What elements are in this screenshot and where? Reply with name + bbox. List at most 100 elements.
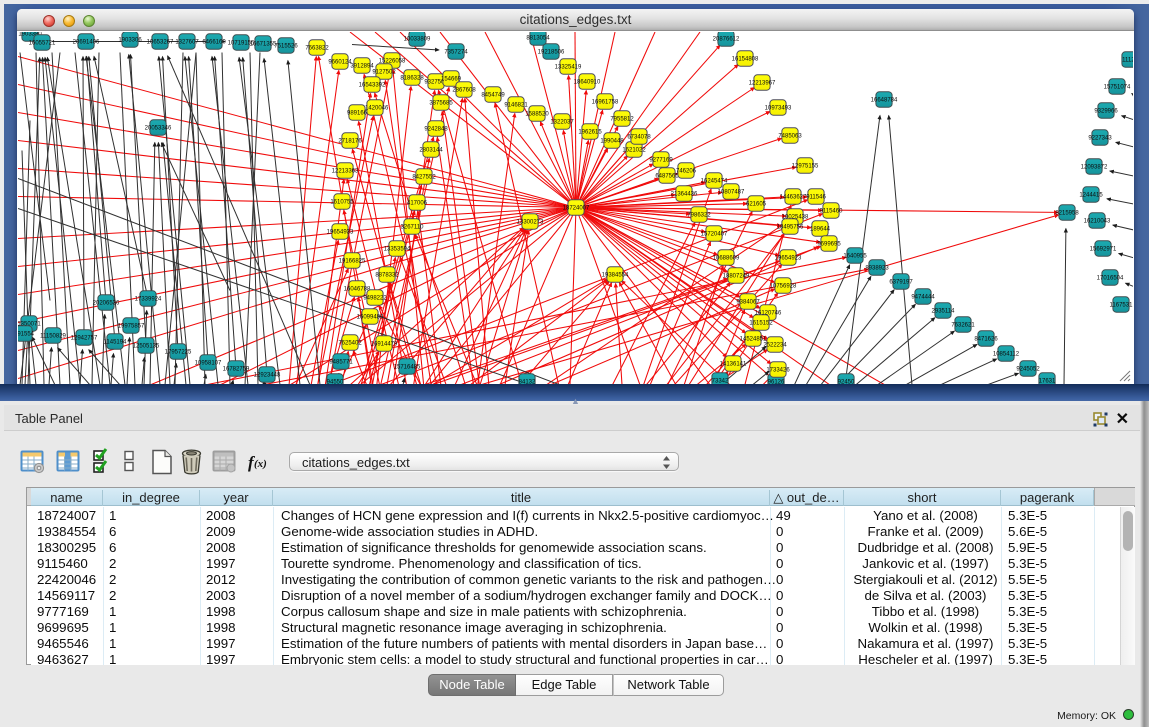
- svg-text:16099489: 16099489: [357, 314, 384, 320]
- svg-text:10973493: 10973493: [765, 105, 792, 111]
- svg-text:9660124: 9660124: [328, 59, 352, 65]
- svg-text:10653267: 10653267: [147, 39, 174, 45]
- svg-text:6734078: 6734078: [627, 134, 651, 140]
- svg-text:19384554: 19384554: [602, 272, 629, 278]
- svg-text:16961758: 16961758: [592, 99, 619, 105]
- svg-text:3267110: 3267110: [401, 224, 425, 230]
- svg-text:19218506: 19218506: [538, 49, 565, 55]
- svg-text:2803144: 2803144: [419, 147, 443, 153]
- svg-text:19975857: 19975857: [118, 323, 145, 329]
- svg-text:18807249: 18807249: [723, 273, 750, 279]
- svg-text:12942757: 12942757: [71, 335, 98, 341]
- svg-text:19654933: 19654933: [327, 229, 354, 235]
- svg-text:9384067: 9384067: [736, 299, 760, 305]
- svg-text:18495756: 18495756: [777, 224, 804, 230]
- svg-text:1962615: 1962615: [578, 129, 602, 135]
- svg-text:17957225: 17957225: [165, 349, 192, 355]
- svg-text:15751074: 15751074: [1104, 84, 1131, 90]
- svg-text:16671355: 16671355: [250, 41, 277, 47]
- svg-text:18640910: 18640910: [574, 79, 601, 85]
- svg-text:13300273: 13300273: [517, 219, 544, 225]
- svg-text:16648784: 16648784: [871, 97, 898, 103]
- svg-text:16245474: 16245474: [701, 178, 728, 184]
- svg-text:7632621: 7632621: [951, 322, 975, 328]
- svg-text:16055721: 16055721: [29, 40, 56, 46]
- svg-text:7515526: 7515526: [274, 43, 298, 49]
- svg-text:6379197: 6379197: [889, 279, 913, 285]
- svg-text:12093872: 12093872: [1081, 164, 1108, 170]
- svg-text:10756928: 10756928: [770, 283, 797, 289]
- svg-text:8215958: 8215958: [1055, 210, 1079, 216]
- svg-text:13325419: 13325419: [555, 64, 582, 70]
- svg-text:189644: 189644: [810, 226, 831, 232]
- svg-text:989166: 989166: [347, 110, 368, 116]
- svg-text:8427552: 8427552: [412, 174, 436, 180]
- svg-text:9146821: 9146821: [504, 102, 528, 108]
- svg-text:9498222: 9498222: [363, 295, 387, 301]
- svg-text:7357274: 7357274: [444, 49, 468, 55]
- svg-text:391554: 391554: [18, 331, 35, 337]
- svg-text:7955812: 7955812: [610, 116, 634, 122]
- svg-text:9127502: 9127502: [372, 69, 396, 75]
- svg-text:10854112: 10854112: [993, 351, 1020, 357]
- svg-text:1327607: 1327607: [175, 39, 199, 45]
- svg-text:9245052: 9245052: [1016, 366, 1040, 372]
- svg-text:14463627: 14463627: [780, 194, 807, 200]
- svg-text:12505135: 12505135: [133, 343, 160, 349]
- svg-text:10807487: 10807487: [718, 189, 745, 195]
- svg-text:12213967: 12213967: [749, 80, 776, 86]
- svg-text:10958107: 10958107: [195, 360, 222, 366]
- svg-text:6466160: 6466160: [202, 39, 226, 45]
- svg-text:17016504: 17016504: [1097, 275, 1124, 281]
- svg-text:7663822: 7663822: [305, 45, 329, 51]
- svg-text:621605: 621605: [746, 201, 767, 207]
- svg-text:12923448: 12923448: [254, 372, 281, 378]
- svg-text:7485063: 7485063: [778, 133, 802, 139]
- svg-text:2935114: 2935114: [932, 308, 956, 314]
- svg-text:13353594: 13353594: [384, 246, 411, 252]
- svg-text:18724007: 18724007: [563, 205, 590, 211]
- svg-text:16914479: 16914479: [371, 341, 398, 347]
- svg-text:1615152: 1615152: [749, 320, 773, 326]
- svg-text:20876612: 20876612: [713, 36, 740, 42]
- svg-text:9699695: 9699695: [817, 241, 841, 247]
- svg-text:9485771: 9485771: [329, 359, 353, 365]
- svg-text:2867608: 2867608: [452, 87, 476, 93]
- svg-text:17339924: 17339924: [135, 296, 162, 302]
- svg-text:16210043: 16210043: [1084, 218, 1111, 224]
- svg-text:1610755: 1610755: [330, 199, 354, 205]
- svg-text:1903306: 1903306: [118, 37, 142, 43]
- svg-text:1990448: 1990448: [600, 138, 624, 144]
- svg-text:11150829: 11150829: [40, 333, 66, 339]
- svg-text:9115460: 9115460: [820, 208, 844, 214]
- svg-text:12975155: 12975155: [792, 163, 819, 169]
- svg-text:15720407: 15720407: [701, 231, 728, 237]
- svg-text:16154808: 16154808: [732, 56, 759, 62]
- svg-text:2522234: 2522234: [763, 342, 787, 348]
- svg-text:1621022: 1621022: [622, 147, 646, 153]
- svg-text:20053346: 20053346: [145, 125, 172, 131]
- svg-text:3912894: 3912894: [350, 63, 374, 69]
- svg-text:19654923: 19654923: [775, 255, 802, 261]
- svg-text:8938923: 8938923: [865, 265, 889, 271]
- svg-text:3875685: 3875685: [429, 100, 453, 106]
- svg-text:1145194: 1145194: [104, 339, 128, 345]
- svg-text:7986322: 7986322: [687, 212, 711, 218]
- svg-text:9242848: 9242848: [424, 126, 448, 132]
- svg-text:9277169: 9277169: [649, 157, 673, 163]
- svg-text:(x): (x): [254, 458, 267, 470]
- svg-text:15716485: 15716485: [394, 364, 421, 370]
- svg-text:9474444: 9474444: [911, 294, 935, 300]
- svg-text:19166825: 19166825: [339, 258, 366, 264]
- svg-text:1244415: 1244415: [1079, 192, 1103, 198]
- svg-text:1640955: 1640955: [843, 253, 867, 259]
- svg-text:8454749: 8454749: [481, 92, 505, 98]
- svg-text:8813054: 8813054: [526, 35, 550, 41]
- svg-text:10688609: 10688609: [713, 255, 740, 261]
- svg-text:14136141: 14136141: [720, 361, 747, 367]
- svg-text:20206536: 20206536: [93, 300, 120, 306]
- svg-text:9227343: 9227343: [1088, 135, 1112, 141]
- svg-text:12213363: 12213363: [332, 168, 359, 174]
- svg-text:8186328: 8186328: [400, 75, 424, 81]
- svg-text:10033809: 10033809: [404, 36, 431, 42]
